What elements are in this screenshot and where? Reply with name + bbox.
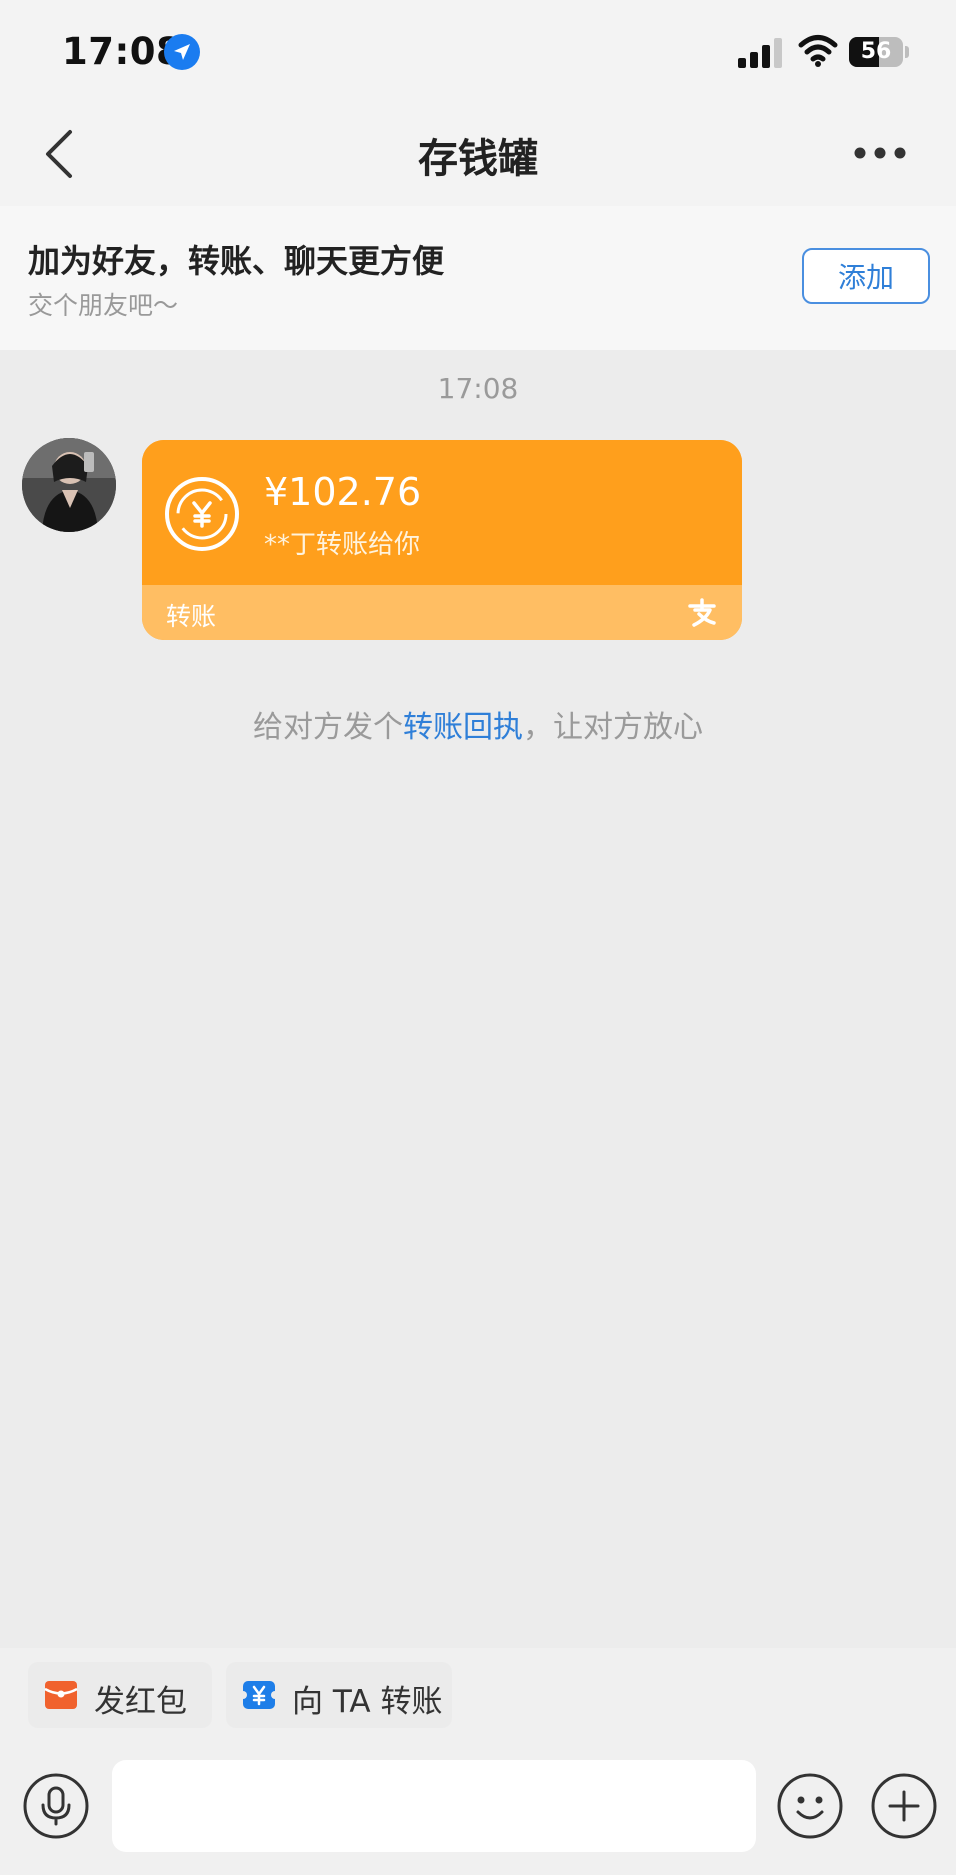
location-arrow-icon: [164, 34, 200, 70]
avatar-image: [22, 438, 116, 532]
status-bar: 17:08 56: [0, 0, 956, 100]
receipt-tip-prefix: 给对方发个: [253, 710, 403, 745]
message-input-bar: [0, 1748, 956, 1875]
send-red-packet-button[interactable]: 发红包: [28, 1662, 212, 1728]
alipay-icon: [688, 598, 716, 627]
transfer-label: 转账: [166, 602, 217, 631]
add-friend-title: 加为好友，转账、聊天更方便: [28, 242, 445, 280]
transfer-description: **丁转账给你: [264, 530, 421, 560]
page-title: 存钱罐: [418, 136, 538, 182]
smiley-icon[interactable]: [776, 1772, 844, 1840]
battery-cap: [905, 46, 909, 58]
transfer-card-body: ¥102.76 **丁转账给你: [142, 440, 742, 585]
add-friend-subtitle: 交个朋友吧～: [28, 291, 179, 320]
send-red-packet-label: 发红包: [94, 1684, 187, 1720]
transfer-yuan-icon: [242, 1681, 276, 1709]
add-friend-banner: 加为好友，转账、聊天更方便 交个朋友吧～ 添加: [0, 206, 956, 350]
avatar[interactable]: [22, 438, 116, 532]
wifi-icon: [798, 35, 838, 67]
receipt-tip-suffix: ，让对方放心: [523, 710, 703, 745]
receipt-tip: 给对方发个转账回执，让对方放心: [0, 702, 956, 746]
transfer-coin-icon: [165, 477, 239, 551]
add-friend-button[interactable]: 添加: [802, 248, 930, 304]
transfer-card-footer: 转账: [142, 585, 742, 640]
red-packet-icon: [44, 1681, 78, 1709]
transfer-message-card[interactable]: ¥102.76 **丁转账给你 转账: [142, 440, 742, 640]
cellular-signal-icon: [738, 38, 782, 68]
microphone-icon[interactable]: [22, 1772, 90, 1840]
transfer-to-ta-button[interactable]: 向 TA 转账: [226, 1662, 452, 1728]
message-input[interactable]: [112, 1760, 756, 1852]
chat-timestamp: 17:08: [437, 372, 519, 405]
plus-icon[interactable]: [870, 1772, 938, 1840]
transfer-receipt-link[interactable]: 转账回执: [403, 710, 523, 745]
battery-icon: 56: [849, 37, 903, 67]
transfer-to-ta-label: 向 TA 转账: [292, 1684, 443, 1720]
battery-level: 56: [860, 39, 892, 64]
chat-screen: 17:08 56 存钱罐 加为好友，转账、聊天更方便 交个朋友吧～ 添加 17:…: [0, 0, 956, 1875]
transfer-amount: ¥102.76: [264, 470, 422, 514]
more-options-icon[interactable]: [852, 138, 908, 168]
quick-actions-bar: 发红包 向 TA 转账: [0, 1648, 956, 1748]
nav-bar: 存钱罐: [0, 100, 956, 206]
